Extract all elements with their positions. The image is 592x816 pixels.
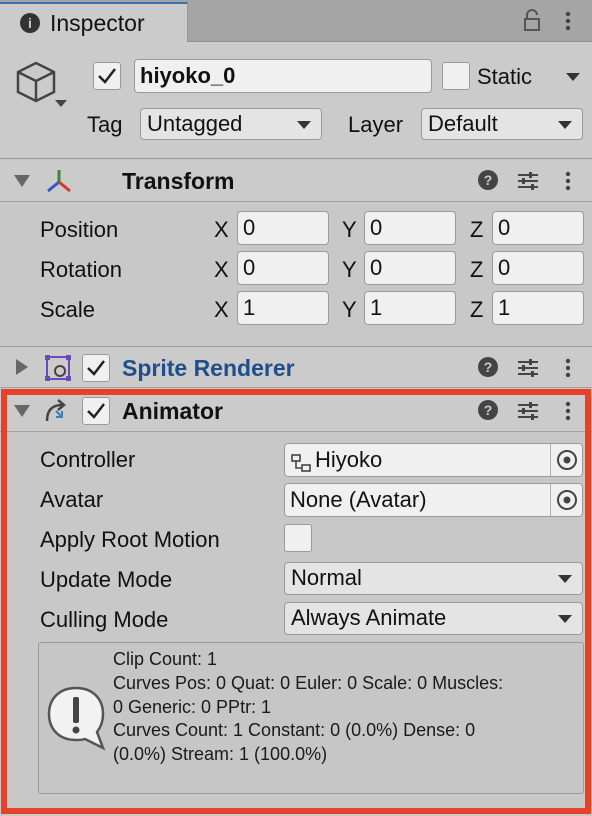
animator-header[interactable]: Animator ? bbox=[0, 390, 592, 432]
chevron-down-icon bbox=[558, 121, 572, 129]
info-icon: i bbox=[20, 13, 40, 33]
tab-bar: i Inspector bbox=[0, 0, 592, 42]
sprite-renderer-icon bbox=[44, 354, 72, 387]
position-label: Position bbox=[40, 217, 119, 242]
target-picker-icon[interactable] bbox=[550, 484, 582, 516]
active-checkbox[interactable] bbox=[93, 62, 121, 90]
axis-z-label: Z bbox=[470, 297, 484, 322]
scale-z-field[interactable]: 1 bbox=[492, 291, 584, 325]
chevron-down-icon bbox=[297, 121, 311, 129]
tab-inspector[interactable]: i Inspector bbox=[0, 2, 188, 42]
animator-controller-icon bbox=[291, 450, 311, 476]
controller-label: Controller bbox=[40, 447, 136, 472]
sliders-icon[interactable] bbox=[516, 356, 540, 385]
name-field[interactable]: hiyoko_0 bbox=[134, 59, 432, 93]
info-line: 0 Generic: 0 PPtr: 1 bbox=[113, 696, 272, 717]
transform-header[interactable]: Transform ? bbox=[0, 160, 592, 202]
layer-value: Default bbox=[428, 111, 498, 136]
animator-icon bbox=[44, 397, 72, 430]
axis-y-label: Y bbox=[342, 257, 357, 282]
foldout-arrow[interactable] bbox=[14, 405, 30, 417]
static-label: Static bbox=[477, 64, 533, 89]
avatar-value: None (Avatar) bbox=[290, 487, 427, 512]
gameobject-header: hiyoko_0 Static Tag Untagged Layer Defau… bbox=[0, 42, 592, 159]
cube-icon bbox=[14, 60, 58, 109]
component-title: Animator bbox=[122, 398, 223, 424]
transform-body: Position X 0 Y 0 Z 0 Rotation X 0 Y 0 Z … bbox=[0, 203, 592, 346]
info-line: Clip Count: 1 bbox=[113, 649, 218, 669]
rotation-z-field[interactable]: 0 bbox=[492, 251, 584, 285]
apply-root-motion-checkbox[interactable] bbox=[284, 524, 312, 552]
avatar-label: Avatar bbox=[40, 487, 104, 512]
rotation-label: Rotation bbox=[40, 257, 122, 282]
static-dropdown-caret[interactable] bbox=[566, 73, 580, 81]
component-title: Sprite Renderer bbox=[122, 355, 295, 381]
info-line: (0.0%) Stream: 1 (100.0%) bbox=[113, 744, 328, 765]
kebab-menu-icon[interactable] bbox=[556, 355, 580, 386]
sprite-renderer-header[interactable]: Sprite Renderer ? bbox=[0, 346, 592, 388]
component-title: Transform bbox=[122, 168, 235, 194]
position-y-field[interactable]: 0 bbox=[364, 211, 456, 245]
target-picker-icon[interactable] bbox=[550, 444, 582, 476]
help-icon[interactable]: ? bbox=[477, 399, 499, 426]
exclamation-bubble-icon bbox=[45, 685, 107, 756]
info-text: Clip Count: 1 Curves Pos: 0 Quat: 0 Eule… bbox=[113, 648, 503, 767]
enabled-checkbox[interactable] bbox=[82, 354, 110, 382]
scale-x-field[interactable]: 1 bbox=[237, 291, 329, 325]
apply-root-motion-label: Apply Root Motion bbox=[40, 527, 220, 552]
axis-z-label: Z bbox=[470, 257, 484, 282]
static-checkbox[interactable] bbox=[442, 62, 470, 90]
sliders-icon[interactable] bbox=[516, 399, 540, 428]
kebab-menu-icon[interactable] bbox=[556, 398, 580, 429]
update-mode-label: Update Mode bbox=[40, 567, 173, 592]
layer-dropdown[interactable]: Default bbox=[421, 108, 583, 140]
position-z-field[interactable]: 0 bbox=[492, 211, 584, 245]
culling-mode-value: Always Animate bbox=[291, 605, 447, 630]
svg-text:?: ? bbox=[484, 359, 493, 375]
foldout-arrow[interactable] bbox=[14, 175, 30, 187]
update-mode-value: Normal bbox=[291, 565, 362, 590]
controller-field[interactable]: Hiyoko bbox=[284, 443, 583, 477]
info-line: Curves Count: 1 Constant: 0 (0.0%) Dense… bbox=[113, 720, 476, 741]
svg-text:?: ? bbox=[484, 402, 493, 418]
animator-info-box: Clip Count: 1 Curves Pos: 0 Quat: 0 Eule… bbox=[38, 642, 584, 794]
axis-x-label: X bbox=[214, 257, 229, 282]
axis-z-label: Z bbox=[470, 217, 484, 242]
rotation-x-field[interactable]: 0 bbox=[237, 251, 329, 285]
kebab-menu-icon[interactable] bbox=[556, 8, 580, 34]
chevron-down-icon bbox=[558, 615, 572, 623]
scale-y-field[interactable]: 1 bbox=[364, 291, 456, 325]
svg-text:?: ? bbox=[484, 172, 493, 188]
culling-mode-label: Culling Mode bbox=[40, 607, 169, 632]
icon-dropdown-caret[interactable] bbox=[55, 100, 67, 107]
tag-label: Tag bbox=[87, 112, 123, 137]
axis-y-label: Y bbox=[342, 297, 357, 322]
tab-label: Inspector bbox=[50, 10, 145, 36]
foldout-arrow[interactable] bbox=[16, 359, 28, 375]
tag-dropdown[interactable]: Untagged bbox=[140, 108, 322, 140]
info-line: Curves Pos: 0 Quat: 0 Euler: 0 Scale: 0 … bbox=[113, 672, 504, 693]
culling-mode-dropdown[interactable]: Always Animate bbox=[284, 602, 583, 635]
help-icon[interactable]: ? bbox=[477, 169, 499, 196]
layer-label: Layer bbox=[348, 112, 404, 137]
chevron-down-icon bbox=[558, 575, 572, 583]
enabled-checkbox[interactable] bbox=[82, 397, 110, 425]
avatar-field[interactable]: None (Avatar) bbox=[284, 483, 583, 517]
transform-axes-icon bbox=[44, 167, 74, 200]
kebab-menu-icon[interactable] bbox=[556, 168, 580, 199]
lock-icon[interactable] bbox=[520, 8, 544, 34]
axis-x-label: X bbox=[214, 217, 229, 242]
tag-value: Untagged bbox=[147, 111, 243, 136]
sliders-icon[interactable] bbox=[516, 169, 540, 198]
axis-y-label: Y bbox=[342, 217, 357, 242]
controller-value: Hiyoko bbox=[315, 447, 383, 472]
scale-label: Scale bbox=[40, 297, 96, 322]
rotation-y-field[interactable]: 0 bbox=[364, 251, 456, 285]
update-mode-dropdown[interactable]: Normal bbox=[284, 562, 583, 595]
axis-x-label: X bbox=[214, 297, 229, 322]
help-icon[interactable]: ? bbox=[477, 356, 499, 383]
position-x-field[interactable]: 0 bbox=[237, 211, 329, 245]
